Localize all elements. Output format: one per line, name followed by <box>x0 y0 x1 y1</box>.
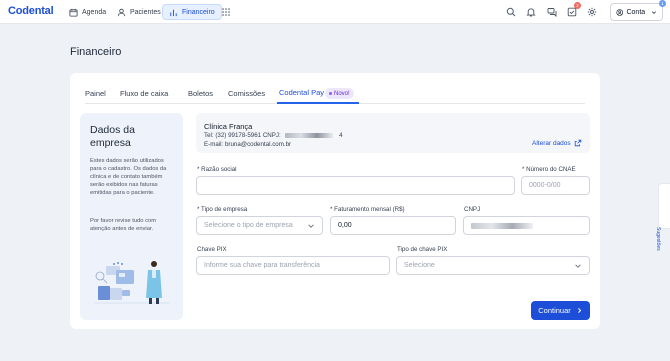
suggestions-label: Sugestões <box>655 227 661 251</box>
tipo-pix-placeholder: Selecione <box>404 262 435 269</box>
razao-social-label: * Razão social <box>197 166 237 173</box>
account-menu[interactable]: Conta 1 <box>610 0 666 21</box>
apps-grid-button[interactable] <box>220 6 231 17</box>
company-name: Clínica França <box>204 122 253 131</box>
tipo-pix-label: Tipo de chave PIX <box>397 246 448 253</box>
cnpj-redacted <box>285 132 334 138</box>
company-email: E-mail: bruna@codental.com.br <box>204 141 292 148</box>
cnae-label: * Número do CNAE <box>522 166 576 173</box>
new-badge: Novo! <box>325 88 354 99</box>
company-contact-line: Tel: (32) 99178-5961 CNPJ: 4 <box>204 132 343 139</box>
account-badge: 1 <box>659 0 666 7</box>
tipo-empresa-label: * Tipo de empresa <box>197 206 248 213</box>
tab-fluxo-de-caixa[interactable]: Fluxo de caixa <box>120 89 168 98</box>
cnpj-value-redacted <box>471 222 533 229</box>
faturamento-label: * Faturamento mensal (R$) <box>330 206 405 213</box>
nav-financeiro[interactable]: Financeiro <box>162 4 222 20</box>
faturamento-input[interactable]: 0,00 <box>330 216 456 235</box>
app-logo[interactable]: Codental <box>8 5 54 17</box>
tasks-badge: 2 <box>574 2 581 9</box>
bar-chart-icon <box>170 9 177 16</box>
messages-button[interactable] <box>546 6 557 17</box>
info-panel-title-line2: empresa <box>90 137 131 149</box>
tipo-empresa-select[interactable]: Selecione o tipo de empresa <box>196 216 323 235</box>
chevron-right-icon <box>577 308 582 313</box>
nav-agenda-label: Agenda <box>82 8 107 16</box>
user-icon <box>117 8 126 16</box>
cnpj-label: CNPJ <box>464 206 481 213</box>
illustration-image <box>94 261 170 304</box>
info-panel-title-line1: Dados da <box>90 124 135 136</box>
bell-icon <box>525 7 536 16</box>
chave-pix-input[interactable]: Informe sua chave para transferência <box>196 256 390 275</box>
external-link-icon <box>574 139 581 147</box>
new-dot <box>329 92 332 95</box>
cnpj-input[interactable] <box>463 216 590 235</box>
chevron-down-icon <box>575 264 581 268</box>
edit-company-label: Alterar dados <box>532 139 571 147</box>
active-tab-indicator <box>277 102 359 104</box>
search-icon <box>506 7 515 16</box>
info-panel-note: Por favor revise tudo com atenção antes … <box>90 218 157 232</box>
tab-boletos[interactable]: Boletos <box>188 89 213 98</box>
nav-pacientes[interactable]: Pacientes <box>111 4 167 20</box>
info-panel-title: Dados da empresa <box>90 124 175 150</box>
tab-painel[interactable]: Painel <box>85 89 106 98</box>
chave-pix-label: Chave PIX <box>197 246 227 253</box>
chevron-down-icon <box>652 10 657 14</box>
grid-icon <box>221 7 230 16</box>
tasks-button[interactable]: 2 <box>566 2 581 17</box>
info-panel-description: Estes dados serão utilizados para o cada… <box>90 158 167 196</box>
nav-financeiro-label: Financeiro <box>182 8 215 16</box>
continue-button[interactable]: Continuar <box>531 301 590 320</box>
nav-pacientes-label: Pacientes <box>130 8 161 16</box>
nav-agenda[interactable]: Agenda <box>63 4 112 20</box>
chat-icon <box>547 7 556 17</box>
notifications-button[interactable] <box>525 6 536 17</box>
new-badge-label: Novo! <box>334 90 350 97</box>
edit-company-link[interactable]: Alterar dados <box>532 139 582 147</box>
top-bar: Codental Agenda Pacientes Financeiro 2 C… <box>0 0 670 24</box>
tab-codental-pay[interactable]: Codental Pay <box>279 88 324 97</box>
gear-icon <box>587 7 596 16</box>
chevron-down-icon <box>308 224 314 228</box>
tipo-pix-select[interactable]: Selecione <box>396 256 590 275</box>
account-label: Conta <box>626 8 646 16</box>
company-tel-cnpj: Tel: (32) 99178-5961 CNPJ: <box>204 132 281 139</box>
search-button[interactable] <box>505 6 516 17</box>
suggestions-tab[interactable]: Sugestões <box>655 183 670 251</box>
page-title: Financeiro <box>70 46 122 58</box>
tipo-empresa-placeholder: Selecione o tipo de empresa <box>204 222 293 229</box>
calendar-icon <box>69 8 78 17</box>
cnae-input[interactable]: 0000-0/00 <box>521 176 590 195</box>
user-circle-icon <box>616 8 624 16</box>
continue-label: Continuar <box>538 306 571 315</box>
company-cnpj-end: 4 <box>339 132 343 139</box>
tab-comissoes[interactable]: Comissões <box>228 89 265 98</box>
razao-social-input[interactable] <box>196 176 515 195</box>
settings-button[interactable] <box>586 6 597 17</box>
